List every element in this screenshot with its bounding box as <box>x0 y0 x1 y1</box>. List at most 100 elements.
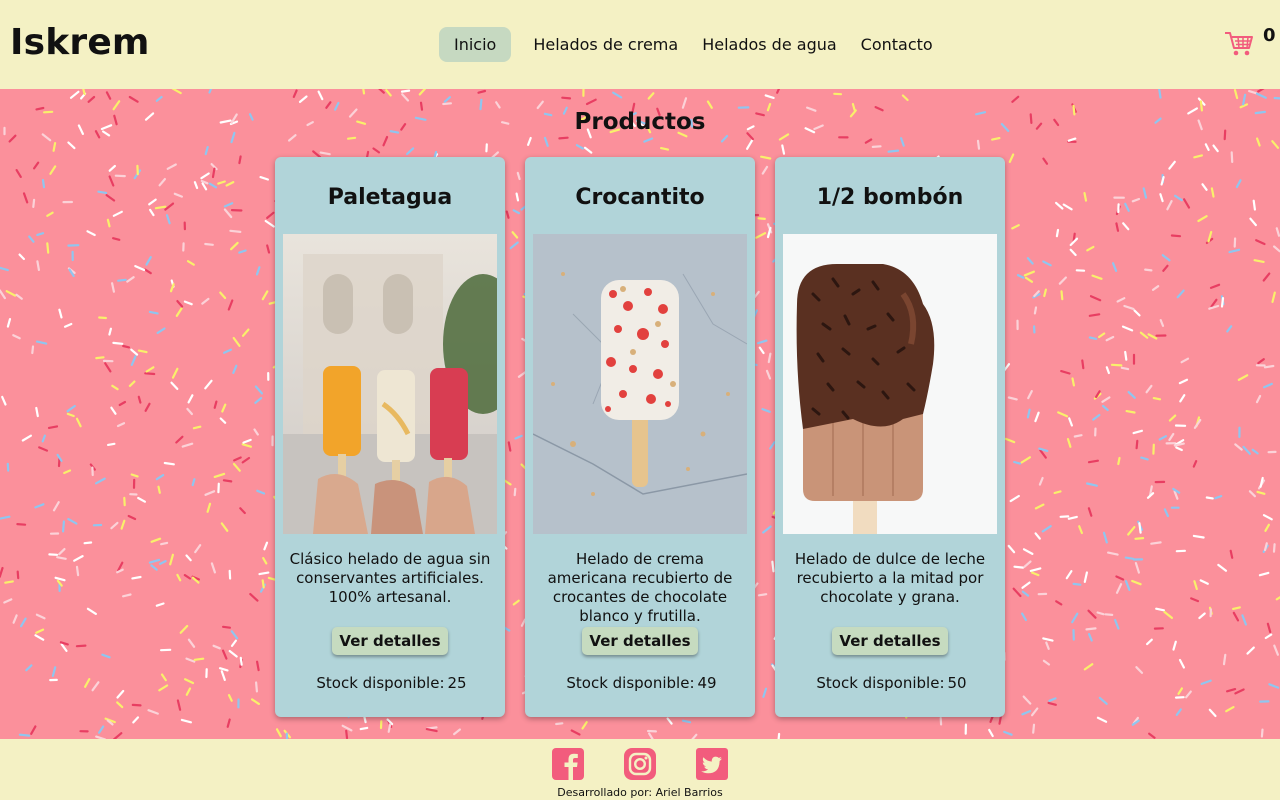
sprinkle <box>12 334 21 340</box>
sprinkle <box>200 172 210 180</box>
sprinkle <box>192 425 202 430</box>
sprinkle <box>1233 89 1239 100</box>
sprinkle <box>173 192 183 198</box>
sprinkle <box>1228 248 1241 254</box>
sprinkle <box>166 163 177 170</box>
sprinkle <box>495 101 501 109</box>
sprinkle <box>137 349 148 354</box>
sprinkle <box>12 614 18 624</box>
sprinkle <box>757 593 768 597</box>
sprinkle <box>1116 297 1126 303</box>
sprinkle <box>1124 350 1128 361</box>
ver-detalles-button[interactable]: Ver detalles <box>582 627 698 655</box>
sprinkle <box>769 441 776 450</box>
sprinkle <box>213 400 218 409</box>
sprinkle <box>1067 137 1077 142</box>
nav-helados-de-crema[interactable]: Helados de crema <box>521 27 690 62</box>
sprinkle <box>1179 394 1186 403</box>
sprinkle <box>1258 571 1270 577</box>
sprinkle <box>21 434 32 442</box>
sprinkle <box>263 541 269 551</box>
sprinkle <box>1098 696 1108 705</box>
sprinkle <box>223 202 234 208</box>
sprinkle <box>1104 613 1114 617</box>
twitter-icon[interactable] <box>696 748 728 780</box>
sprinkle <box>75 644 87 648</box>
sprinkle <box>319 151 331 156</box>
sprinkle <box>239 507 246 515</box>
sprinkle <box>1058 276 1068 285</box>
sprinkle <box>1120 366 1130 371</box>
sprinkle <box>16 523 27 526</box>
sprinkle <box>1055 600 1063 606</box>
sprinkle <box>186 260 195 266</box>
sprinkle <box>387 723 392 733</box>
sprinkle <box>1190 597 1200 603</box>
ver-detalles-button[interactable]: Ver detalles <box>832 627 948 655</box>
sprinkle <box>1200 679 1212 686</box>
sprinkle <box>1222 653 1227 666</box>
sprinkle <box>238 155 242 165</box>
stock-label: Stock disponible: <box>316 674 445 692</box>
ver-detalles-button[interactable]: Ver detalles <box>332 627 448 655</box>
sprinkle <box>1256 490 1266 495</box>
nav-helados-de-agua[interactable]: Helados de agua <box>690 27 848 62</box>
sprinkle <box>213 472 226 478</box>
sprinkle <box>1091 274 1103 280</box>
sprinkle <box>1071 612 1079 624</box>
sprinkle <box>219 417 227 424</box>
sprinkle <box>208 89 213 94</box>
brand-logo[interactable]: Iskrem <box>10 22 150 63</box>
sprinkle <box>149 208 155 217</box>
sprinkle <box>1022 548 1034 555</box>
sprinkle <box>38 446 49 452</box>
sprinkle <box>230 639 237 648</box>
sprinkle <box>1089 295 1102 302</box>
sprinkle <box>764 94 775 99</box>
sprinkle <box>116 701 124 709</box>
product-name: Paletagua <box>327 185 453 210</box>
sprinkle <box>73 555 84 562</box>
sprinkle <box>453 728 461 736</box>
sprinkle <box>543 136 549 147</box>
sprinkle <box>220 670 226 682</box>
sprinkle <box>425 727 438 733</box>
sprinkle <box>1 395 7 406</box>
sprinkle <box>385 89 392 97</box>
sprinkle <box>1081 359 1085 370</box>
sprinkle <box>34 634 45 641</box>
sprinkle <box>1173 194 1183 202</box>
sprinkle <box>230 241 239 251</box>
sprinkle <box>150 564 158 571</box>
nav-contacto[interactable]: Contacto <box>849 27 945 62</box>
sprinkle <box>144 268 152 275</box>
sprinkle <box>232 462 241 472</box>
sprinkle <box>1257 358 1265 365</box>
sprinkle <box>63 322 73 328</box>
product-description: Helado de crema americana recubierto de … <box>547 550 733 625</box>
sprinkle <box>515 192 520 202</box>
sprinkle <box>160 673 167 682</box>
sprinkle <box>1132 429 1144 435</box>
instagram-icon[interactable] <box>624 748 656 780</box>
sprinkle <box>238 249 247 254</box>
product-photo-crocantito <box>533 234 747 534</box>
sprinkle <box>1115 222 1120 232</box>
facebook-icon[interactable] <box>552 748 584 780</box>
sprinkle <box>1125 410 1136 414</box>
nav-inicio[interactable]: Inicio <box>439 27 512 62</box>
sprinkle <box>762 525 772 534</box>
sprinkle <box>581 721 588 730</box>
sprinkle <box>681 97 688 109</box>
sprinkle <box>241 456 251 464</box>
shopping-cart-icon[interactable] <box>1224 30 1254 58</box>
sprinkle <box>222 625 231 629</box>
sprinkle <box>154 205 167 210</box>
sprinkle <box>164 202 175 211</box>
sprinkle <box>145 366 155 373</box>
sprinkle <box>1264 523 1271 532</box>
sprinkle <box>1193 580 1198 590</box>
sprinkle <box>254 397 263 404</box>
sprinkle <box>1230 151 1234 164</box>
stock-info: Stock disponible: 49 <box>525 674 755 692</box>
